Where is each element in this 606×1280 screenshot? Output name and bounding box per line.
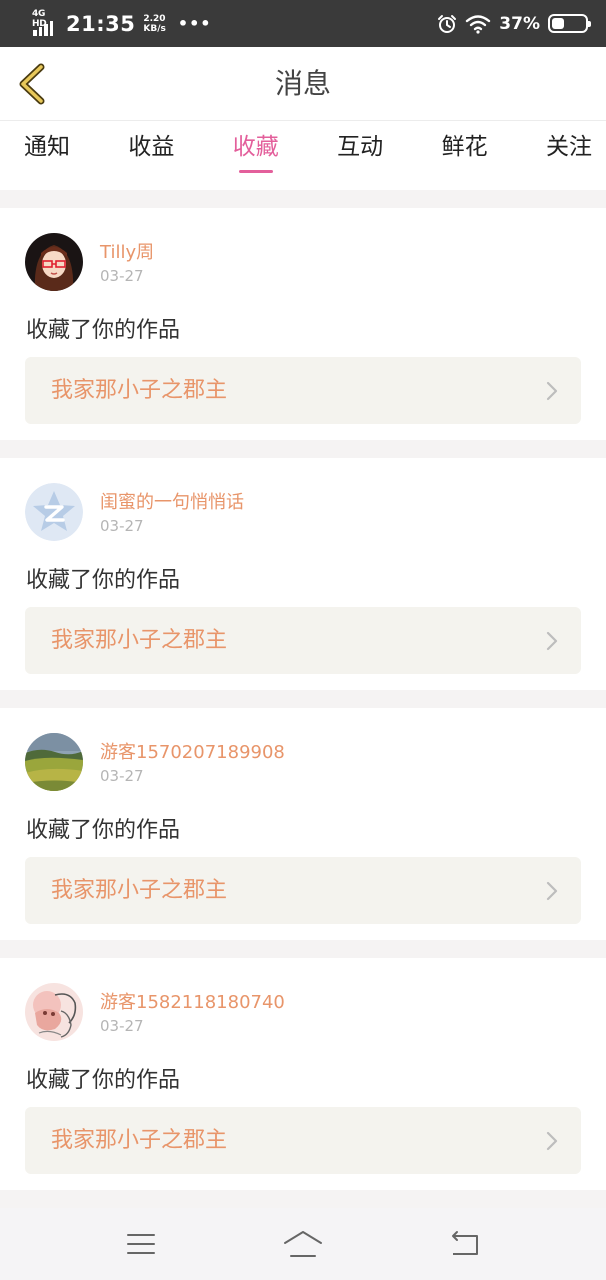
tab-label: 收益 [128, 134, 175, 160]
chevron-right-icon [546, 631, 558, 651]
system-navigation-bar [0, 1208, 606, 1280]
signal-icon: 4G HD [32, 9, 58, 39]
cartoon-girl-avatar-icon [25, 233, 83, 291]
work-title: 我家那小子之郡主 [51, 878, 228, 903]
default-star-avatar-icon [25, 483, 83, 541]
sketch-avatar-icon [25, 983, 83, 1041]
notification-card: 游客1582118180740 03-27 收藏了你的作品 我家那小子之郡主 [0, 958, 606, 1190]
more-notifications-icon: ••• [177, 14, 212, 33]
back-nav-button[interactable] [440, 1224, 490, 1264]
status-bar: 4G HD 21:35 2.20 KB/s ••• 37% [0, 0, 606, 47]
notification-date: 03-27 [100, 767, 144, 785]
notification-card: 游客1570207189908 03-27 收藏了你的作品 我家那小子之郡主 [0, 708, 606, 940]
username[interactable]: 游客1570207189908 [100, 738, 285, 764]
notification-date: 03-27 [100, 267, 144, 285]
tab-favorites[interactable]: 收藏 [231, 121, 281, 190]
notification-date: 03-27 [100, 1017, 144, 1035]
menu-icon [127, 1234, 155, 1254]
tab-label: 互动 [337, 134, 384, 160]
notification-date: 03-27 [100, 517, 144, 535]
battery-icon [548, 14, 591, 33]
wifi-icon [466, 14, 491, 34]
action-text: 收藏了你的作品 [26, 568, 181, 593]
tab-label: 关注 [545, 134, 592, 160]
chevron-left-icon [19, 63, 45, 105]
work-title: 我家那小子之郡主 [51, 1128, 228, 1153]
speed-unit: KB/s [143, 23, 166, 34]
work-link[interactable]: 我家那小子之郡主 [25, 1107, 581, 1174]
tab-label: 收藏 [232, 134, 279, 160]
avatar[interactable] [25, 983, 83, 1041]
tab-notify[interactable]: 通知 [22, 121, 72, 190]
header-bar: 消息 [0, 47, 606, 121]
battery-percent: 37% [499, 13, 540, 34]
tab-interactions[interactable]: 互动 [335, 121, 385, 190]
back-icon [452, 1231, 478, 1255]
avatar[interactable] [25, 483, 83, 541]
landscape-avatar-icon [25, 733, 83, 791]
tab-label: 通知 [24, 134, 70, 160]
work-title: 我家那小子之郡主 [51, 628, 228, 653]
work-link[interactable]: 我家那小子之郡主 [25, 857, 581, 924]
tab-label: 鲜花 [441, 134, 488, 160]
tab-flowers[interactable]: 鲜花 [440, 121, 490, 190]
username[interactable]: 闺蜜的一句悄悄话 [100, 488, 244, 514]
action-text: 收藏了你的作品 [26, 1068, 181, 1093]
battery-fill [552, 18, 564, 29]
tab-earnings[interactable]: 收益 [126, 121, 176, 190]
tab-follows[interactable]: 关注 [544, 121, 594, 190]
avatar[interactable] [25, 233, 83, 291]
page-title: 消息 [274, 67, 331, 100]
work-link[interactable]: 我家那小子之郡主 [25, 607, 581, 674]
work-link[interactable]: 我家那小子之郡主 [25, 357, 581, 424]
username[interactable]: 游客1582118180740 [100, 988, 285, 1014]
username[interactable]: Tilly周 [100, 238, 154, 264]
notification-card: 闺蜜的一句悄悄话 03-27 收藏了你的作品 我家那小子之郡主 [0, 458, 606, 690]
action-text: 收藏了你的作品 [26, 318, 181, 343]
home-button[interactable] [278, 1224, 328, 1264]
speed-value: 2.20 [143, 13, 166, 24]
avatar[interactable] [25, 733, 83, 791]
tab-bar: 通知 收益 收藏 互动 鲜花 关注 [0, 121, 606, 190]
chevron-right-icon [546, 1131, 558, 1151]
back-button[interactable] [12, 61, 52, 107]
action-text: 收藏了你的作品 [26, 818, 181, 843]
alarm-icon [438, 14, 457, 33]
work-title: 我家那小子之郡主 [51, 378, 228, 403]
network-speed: 2.20 KB/s [143, 14, 165, 34]
status-time: 21:35 [66, 11, 136, 36]
menu-button[interactable] [116, 1224, 166, 1264]
notification-card: Tilly周 03-27 收藏了你的作品 我家那小子之郡主 [0, 208, 606, 440]
home-icon [284, 1231, 322, 1257]
tab-indicator [238, 170, 273, 173]
chevron-right-icon [546, 881, 558, 901]
chevron-right-icon [546, 381, 558, 401]
